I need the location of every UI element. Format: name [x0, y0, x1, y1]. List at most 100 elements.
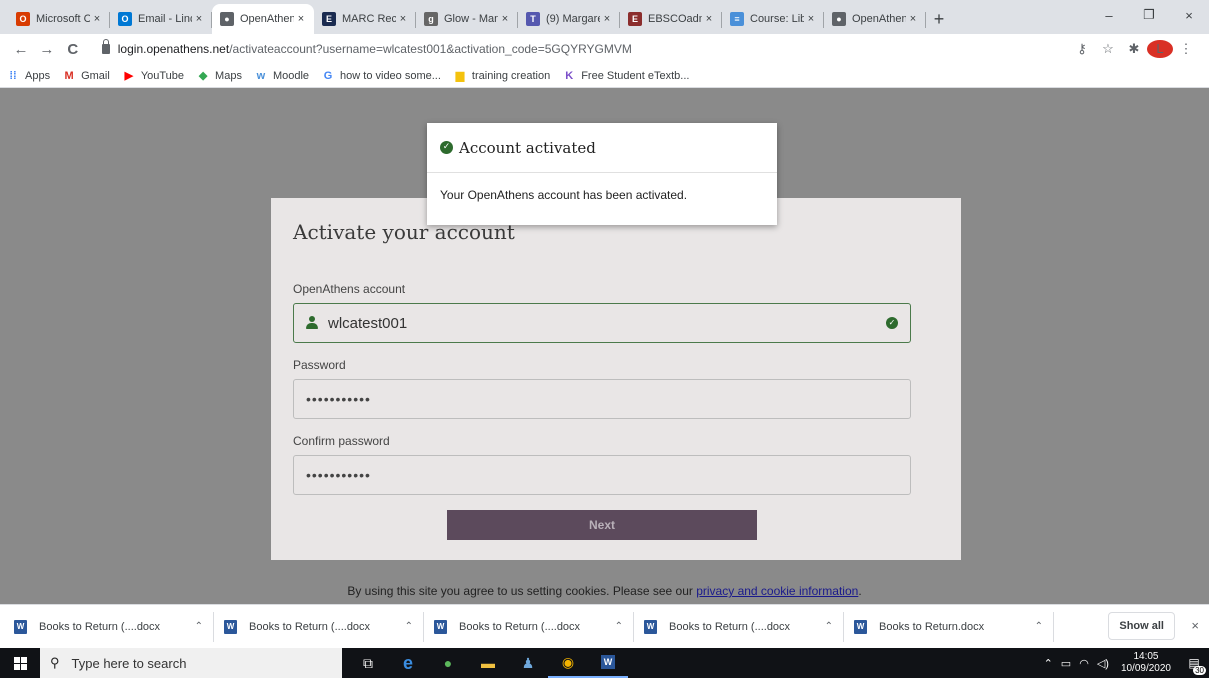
cookie-text: By using this site you agree to us setti… — [347, 584, 697, 598]
globe-icon: ● — [220, 12, 234, 26]
battery-icon[interactable]: ▭ — [1061, 657, 1071, 670]
downloads-bar: W Books to Return (....docx ⌃ W Books to Ret… — [0, 604, 1209, 648]
download-item[interactable]: W Books to Return.docx ⌃ — [854, 611, 1054, 642]
tab-close-icon[interactable]: × — [396, 13, 410, 25]
modal-message: Your OpenAthens account has been activat… — [440, 188, 688, 202]
password-field[interactable]: ••••••••••• — [293, 379, 911, 419]
reload-button[interactable]: C — [60, 41, 86, 58]
volume-icon[interactable]: ◁) — [1097, 657, 1109, 670]
tab-close-icon[interactable]: × — [804, 13, 818, 25]
word-icon[interactable]: W — [588, 648, 628, 678]
lock-icon[interactable] — [101, 39, 110, 54]
notifications-button[interactable]: ▤ 30 — [1179, 648, 1209, 678]
downloads-close-button[interactable]: × — [1191, 618, 1199, 633]
bookmark-2[interactable]: ▶ YouTube — [122, 69, 184, 83]
edge-icon[interactable]: e — [388, 648, 428, 678]
new-tab-button[interactable]: + — [926, 4, 952, 34]
taskbar-search[interactable]: ⚲ Type here to search — [40, 648, 342, 678]
task-view-icon[interactable]: ⧉ — [348, 648, 388, 678]
download-name: Books to Return (....docx — [39, 620, 161, 633]
bookmark-6[interactable]: ▆ training creation — [453, 69, 551, 83]
url-host: login.openathens.net — [117, 42, 230, 56]
search-icon: ⚲ — [50, 655, 60, 670]
back-button[interactable]: ← — [8, 41, 34, 58]
word-doc-icon: W — [434, 619, 447, 634]
chevron-up-icon[interactable]: ⌃ — [405, 621, 413, 632]
tab-0[interactable]: O Microsoft C × — [8, 4, 110, 34]
globe-icon: ● — [832, 12, 846, 26]
profile-button[interactable]: L — [1147, 40, 1173, 58]
clock[interactable]: 14:05 10/09/2020 — [1121, 651, 1171, 675]
word-doc-icon: W — [14, 619, 27, 634]
tab-1[interactable]: O Email - Lind × — [110, 4, 212, 34]
tab-3[interactable]: E MARC Reco× — [314, 4, 416, 34]
file-explorer-icon[interactable]: ▬ — [468, 648, 508, 678]
forward-button[interactable]: → — [34, 41, 60, 58]
restore-button[interactable]: ❐ — [1129, 0, 1169, 30]
tab-close-icon[interactable]: × — [498, 13, 512, 25]
bookmark-5[interactable]: Ghow to video some... — [321, 69, 441, 83]
url-text[interactable]: login.openathens.net/activateaccount?use… — [118, 42, 632, 56]
chevron-up-icon[interactable]: ⌃ — [825, 621, 833, 632]
e-icon: E — [322, 12, 336, 26]
app-globe-icon[interactable]: ● — [428, 648, 468, 678]
youtube-icon: ▶ — [124, 70, 134, 82]
download-item[interactable]: W Books to Return (....docx ⌃ — [14, 611, 214, 642]
people-app-icon[interactable]: ♟ — [508, 648, 548, 678]
bookmark-4[interactable]: w Moodle — [254, 69, 309, 83]
tab-close-icon[interactable]: × — [906, 13, 920, 25]
k-icon: K — [565, 69, 574, 82]
url-path: /activateaccount?username=wlcatest001&ac… — [229, 42, 632, 56]
bookmark-1[interactable]: M Gmail — [62, 69, 109, 83]
gmail-icon: M — [64, 69, 74, 82]
account-value: wlcatest001 — [328, 314, 408, 332]
clock-date: 10/09/2020 — [1120, 663, 1171, 674]
tab-close-icon[interactable]: × — [192, 13, 206, 25]
download-item[interactable]: W Books to Return (....docx ⌃ — [434, 611, 634, 642]
teams-icon: T — [526, 12, 540, 26]
tab-8[interactable]: ● OpenAthen × — [824, 4, 926, 34]
tab-title: Glow - Man — [444, 13, 498, 25]
star-icon[interactable]: ☆ — [1095, 41, 1121, 57]
bookmark-0[interactable]: ⁞⁞ Apps — [6, 69, 50, 83]
tab-title: Course: Libr — [750, 13, 804, 25]
chevron-up-icon[interactable]: ⌃ — [615, 621, 623, 632]
bookmark-3[interactable]: ◆ Maps — [196, 69, 242, 83]
downloads-list: W Books to Return (....docx ⌃ W Books to Ret… — [14, 611, 1064, 642]
address-bar[interactable]: login.openathens.net/activateaccount?use… — [92, 37, 1069, 61]
confirm-password-field[interactable]: ••••••••••• — [293, 455, 911, 495]
bookmark-label: Moodle — [272, 69, 310, 82]
bookmark-label: Apps — [25, 69, 51, 82]
tab-2[interactable]: ● OpenAthen × — [212, 4, 314, 34]
tab-close-icon[interactable]: × — [90, 13, 104, 25]
cookie-notice: By using this site you agree to us setti… — [0, 584, 1209, 598]
tab-close-icon[interactable]: × — [600, 13, 614, 25]
tab-5[interactable]: T (9) Margare × — [518, 4, 620, 34]
word-doc-icon: W — [854, 619, 867, 634]
extensions-icon[interactable]: ✱ — [1121, 41, 1147, 57]
account-field[interactable]: wlcatest001 ✓ — [293, 303, 911, 343]
show-all-button[interactable]: Show all — [1108, 612, 1175, 640]
tab-4[interactable]: g Glow - Man × — [416, 4, 518, 34]
office-icon: O — [16, 12, 30, 26]
download-item[interactable]: W Books to Return (....docx ⌃ — [644, 611, 844, 642]
tab-7[interactable]: ≡ Course: Libr × — [722, 4, 824, 34]
download-item[interactable]: W Books to Return (....docx ⌃ — [224, 611, 424, 642]
google-icon: G — [323, 69, 333, 82]
key-icon[interactable]: ⚷ — [1069, 41, 1095, 57]
tab-6[interactable]: E EBSCOadm × — [620, 4, 722, 34]
start-button[interactable] — [0, 648, 40, 678]
tab-close-icon[interactable]: × — [702, 13, 716, 25]
next-button[interactable]: Next — [447, 510, 757, 540]
tab-close-icon[interactable]: × — [294, 13, 308, 25]
bookmark-7[interactable]: K Free Student eTextb... — [562, 69, 689, 83]
privacy-link[interactable]: privacy and cookie information — [696, 584, 858, 598]
chevron-up-icon[interactable]: ⌃ — [1035, 621, 1043, 632]
tray-chevron-icon[interactable]: ⌃ — [1044, 657, 1053, 670]
window-close-button[interactable]: × — [1169, 0, 1209, 30]
menu-icon[interactable]: ⋮ — [1173, 41, 1199, 57]
wifi-icon[interactable]: ◠ — [1079, 657, 1089, 670]
chevron-up-icon[interactable]: ⌃ — [195, 621, 203, 632]
minimize-button[interactable]: – — [1089, 0, 1129, 30]
chrome-icon[interactable]: ◉ — [548, 648, 588, 678]
